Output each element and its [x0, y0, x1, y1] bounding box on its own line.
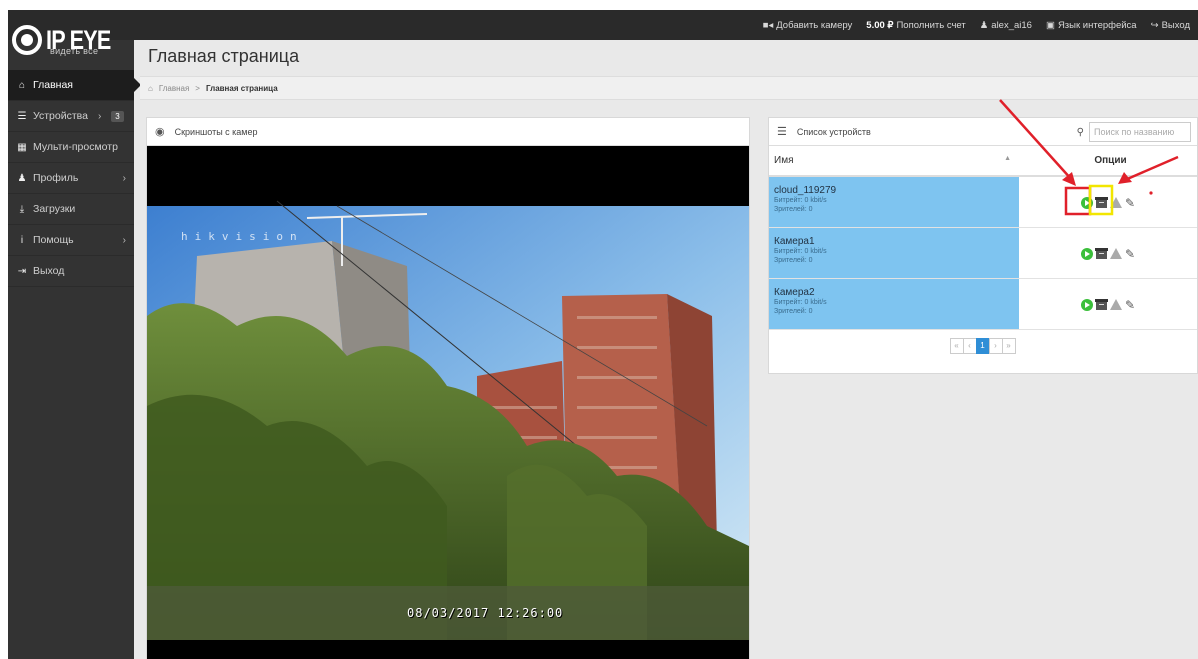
pager-last-button[interactable]: »: [1001, 337, 1016, 354]
pencil-icon[interactable]: ✎: [1125, 248, 1135, 260]
camera-screenshot[interactable]: hikvision 08/03/2017 12:26:00: [147, 146, 749, 659]
warning-icon[interactable]: [1109, 197, 1122, 209]
grid-icon: ▦: [17, 141, 27, 153]
device-search: ⚲: [1077, 122, 1191, 142]
home-icon: ⌂: [18, 79, 26, 91]
chevron-right-icon: ›: [97, 110, 102, 122]
breadcrumb: ⌂ Главная > Главная страница: [140, 76, 1198, 100]
table-row[interactable]: Камера2 Битрейт: 0 kbit/s Зрителей: 0 ✎: [769, 278, 1197, 330]
warning-icon[interactable]: [1109, 299, 1122, 310]
device-viewers: Зрителей: 0: [774, 307, 813, 315]
device-name: cloud_119279: [774, 185, 837, 196]
logout-link[interactable]: ↪ Выход: [1151, 20, 1190, 31]
play-icon[interactable]: [1080, 298, 1093, 311]
home-icon: ⌂: [148, 83, 153, 93]
device-name-cell[interactable]: Камера1 Битрейт: 0 kbit/s Зрителей: 0: [769, 227, 1019, 279]
breadcrumb-root[interactable]: Главная: [159, 84, 189, 93]
device-name-cell[interactable]: cloud_119279 Битрейт: 0 kbit/s Зрителей:…: [769, 176, 1019, 228]
logo[interactable]: IP EYE видеть все: [12, 22, 132, 58]
table-row[interactable]: Камера1 Битрейт: 0 kbit/s Зрителей: 0 ✎: [769, 227, 1197, 279]
language-link[interactable]: ▣ Язык интерфейса: [1046, 20, 1137, 31]
search-icon: ⚲: [1076, 126, 1084, 138]
user-link[interactable]: ♟ alex_ai16: [980, 20, 1032, 31]
breadcrumb-current: Главная страница: [205, 83, 278, 93]
table-header-row: Имя ▲ Опции: [769, 146, 1197, 177]
language-icon: ▣: [1045, 19, 1055, 31]
sidebar-item-home[interactable]: ⌂ Главная: [8, 70, 141, 101]
device-bitrate: Битрейт: 0 kbit/s: [774, 298, 827, 306]
archive-icon[interactable]: [1094, 197, 1108, 209]
devices-panel: ☰ Список устройств ⚲ Имя ▲ Опции: [768, 117, 1198, 374]
pencil-icon[interactable]: ✎: [1125, 197, 1135, 209]
device-viewers: Зрителей: 0: [774, 206, 813, 213]
archive-icon[interactable]: [1094, 299, 1108, 310]
top-up-link[interactable]: 5.00 ₽ Пополнить счет: [866, 20, 965, 31]
info-icon: i: [20, 234, 24, 246]
user-icon: ♟: [979, 19, 989, 31]
video-camera-icon: ■◂: [762, 19, 774, 31]
screenshots-panel: ◉ Скриншоты с камер hikvision 08/03/2017…: [146, 117, 750, 659]
pager-first-button[interactable]: «: [949, 337, 964, 354]
device-search-input[interactable]: [1089, 122, 1191, 142]
app-window: ■◂ Добавить камеру 5.00 ₽ Пополнить счет…: [8, 10, 1198, 659]
list-icon: ☰: [17, 110, 27, 122]
user-icon: ♟: [17, 172, 27, 184]
device-name: Камера2: [774, 286, 815, 298]
chevron-right-icon: ›: [122, 172, 126, 184]
sidebar-item-devices[interactable]: ☰ Устройства › 3: [8, 101, 134, 132]
top-nav: ■◂ Добавить камеру 5.00 ₽ Пополнить счет…: [763, 10, 1190, 40]
archive-icon[interactable]: [1094, 248, 1108, 259]
device-bitrate: Битрейт: 0 kbit/s: [774, 247, 827, 255]
list-icon: ☰: [777, 126, 787, 138]
add-camera-link[interactable]: ■◂ Добавить камеру: [763, 20, 853, 31]
screenshots-panel-title: Скриншоты с камер: [174, 126, 258, 137]
column-header-options: Опции: [1019, 146, 1197, 177]
download-icon: ⤓: [19, 203, 25, 215]
sidebar-item-help[interactable]: i Помощь ›: [8, 225, 134, 256]
sidebar: ⌂ Главная ☰ Устройства › 3 ▦ Мульти-прос…: [8, 40, 141, 659]
eye-icon: [12, 25, 42, 55]
sidebar-item-profile[interactable]: ♟ Профиль ›: [8, 163, 134, 194]
device-options-cell: ✎: [1019, 278, 1197, 330]
camera-watermark: hikvision: [181, 230, 304, 243]
camera-timestamp: 08/03/2017 12:26:00: [407, 606, 564, 620]
sort-asc-icon: ▲: [1004, 155, 1011, 162]
screenshots-panel-header: ◉ Скриншоты с камер: [147, 118, 749, 146]
warning-icon[interactable]: [1109, 248, 1122, 259]
pencil-icon[interactable]: ✎: [1125, 299, 1135, 311]
balance-value: 5.00 ₽: [866, 19, 894, 31]
pager-next-button[interactable]: ›: [988, 337, 1003, 354]
page-title: Главная страница: [148, 46, 300, 66]
device-name-cell[interactable]: Камера2 Битрейт: 0 kbit/s Зрителей: 0: [769, 278, 1019, 330]
devices-panel-title: Список устройств: [796, 126, 871, 137]
devices-count-badge: 3: [111, 110, 124, 122]
table-row[interactable]: cloud_119279 Битрейт: 0 kbit/s Зрителей:…: [769, 176, 1197, 228]
logout-icon: ⇥: [17, 265, 27, 277]
sidebar-item-logout[interactable]: ⇥ Выход: [8, 256, 134, 287]
pagination: « ‹ 1 › »: [769, 337, 1197, 354]
sidebar-item-multiview[interactable]: ▦ Мульти-просмотр: [8, 132, 134, 163]
pager-prev-button[interactable]: ‹: [962, 337, 977, 354]
device-bitrate: Битрейт: 0 kbit/s: [774, 197, 827, 204]
play-icon[interactable]: [1080, 247, 1093, 260]
top-bar: ■◂ Добавить камеру 5.00 ₽ Пополнить счет…: [8, 10, 1198, 40]
logo-slogan: видеть все: [50, 46, 99, 56]
column-header-name[interactable]: Имя ▲: [769, 146, 1019, 177]
device-name: Камера1: [774, 235, 815, 247]
device-viewers: Зрителей: 0: [774, 256, 813, 264]
share-icon: ↪: [1150, 19, 1159, 31]
pager-page-button[interactable]: 1: [975, 337, 990, 354]
sidebar-item-downloads[interactable]: ⤓ Загрузки: [8, 194, 134, 225]
chevron-right-icon: ›: [122, 234, 126, 246]
devices-table: Имя ▲ Опции cloud_119279 Битрейт: 0 kbit…: [769, 146, 1197, 330]
device-options-cell: ✎: [1019, 227, 1197, 279]
play-icon[interactable]: [1080, 196, 1093, 209]
device-options-cell: ✎: [1019, 176, 1197, 228]
camera-icon: ◉: [155, 126, 165, 138]
devices-panel-header: ☰ Список устройств ⚲: [769, 118, 1197, 146]
camera-scene: [147, 146, 749, 659]
breadcrumb-separator-icon: >: [195, 83, 200, 93]
